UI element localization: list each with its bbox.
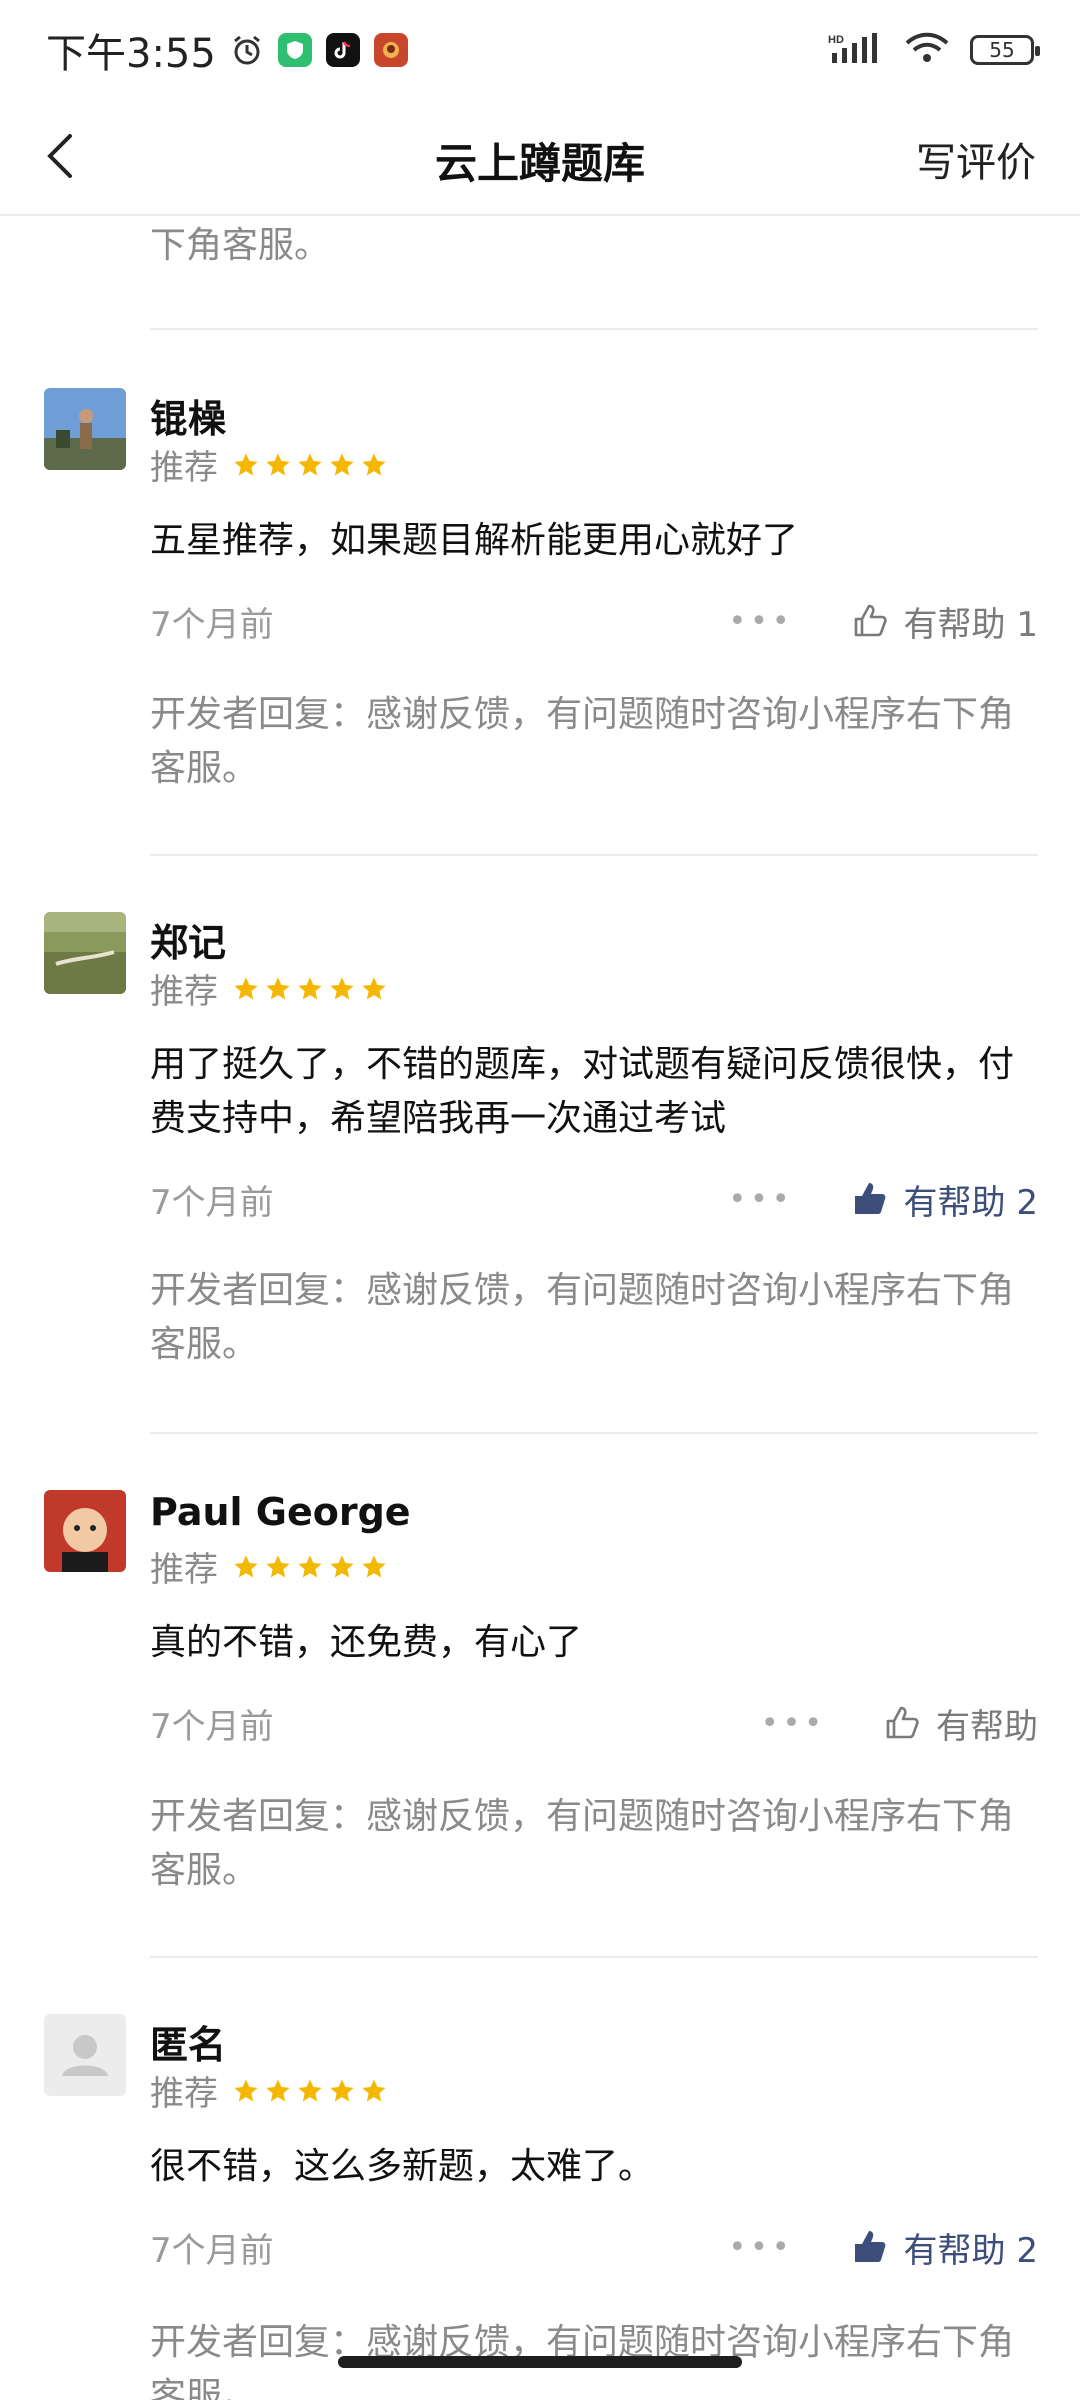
review-time: 7个月前 — [150, 604, 274, 645]
review-meta: 推荐 — [150, 440, 388, 489]
reviewer-name: 锟橾 — [150, 397, 227, 441]
previous-reply-tail: 下角客服。 — [150, 225, 331, 266]
battery-icon: 55 — [970, 35, 1040, 65]
star-icon — [266, 452, 290, 475]
review-footer: 7个月前 ••• 有帮助 — [150, 1696, 1038, 1750]
status-time: 下午3:55 — [46, 31, 216, 77]
star-rating — [232, 2077, 388, 2105]
review-text: 真的不错，还免费，有心了 — [150, 1622, 583, 1663]
developer-reply: 开发者回复：感谢反馈，有问题随时咨询小程序右下角客服。 — [150, 1270, 1015, 1365]
star-icon — [298, 976, 322, 999]
review-footer: 7个月前 ••• 有帮助 2 — [150, 2220, 1038, 2274]
review-actions: ••• 有帮助 2 — [728, 1175, 1038, 1224]
signal-icon: HD — [828, 31, 884, 69]
tiktok-app-icon — [325, 33, 360, 67]
status-left: 下午3:55 — [46, 21, 408, 79]
star-icon — [330, 452, 354, 475]
helpful-button[interactable]: 有帮助 — [882, 1699, 1038, 1748]
more-icon[interactable]: ••• — [728, 2230, 793, 2265]
status-bar: 下午3:55 HD 55 — [0, 0, 1080, 100]
review-actions: ••• 有帮助 2 — [728, 2223, 1038, 2272]
review-actions: ••• 有帮助 — [761, 1699, 1038, 1748]
review-actions: ••• 有帮助 1 — [728, 597, 1038, 646]
helpful-label: 有帮助 1 — [903, 604, 1038, 645]
star-icon — [298, 2078, 322, 2101]
developer-reply: 开发者回复：感谢反馈，有问题随时咨询小程序右下角客服。 — [150, 694, 1015, 789]
helpful-button[interactable]: 有帮助 2 — [850, 1175, 1038, 1224]
reviewer-name: 郑记 — [150, 921, 227, 965]
write-review-button[interactable]: 写评价 — [916, 130, 1036, 188]
star-icon — [266, 976, 290, 999]
recommend-label: 推荐 — [150, 448, 218, 488]
star-icon — [362, 2078, 386, 2101]
developer-reply: 开发者回复：感谢反馈，有问题随时咨询小程序右下角客服。 — [150, 1796, 1015, 1891]
helpful-button[interactable]: 有帮助 1 — [850, 597, 1038, 646]
star-icon — [234, 452, 258, 475]
star-icon — [266, 1554, 290, 1577]
alarm-icon — [230, 33, 264, 67]
review-footer: 7个月前 ••• 有帮助 2 — [150, 1172, 1038, 1226]
review-footer: 7个月前 ••• 有帮助 1 — [150, 594, 1038, 648]
avatar[interactable] — [44, 912, 126, 994]
review-text: 五星推荐，如果题目解析能更用心就好了 — [150, 520, 799, 561]
star-icon — [330, 976, 354, 999]
recommend-label: 推荐 — [150, 1550, 218, 1590]
review-time: 7个月前 — [150, 1706, 274, 1747]
star-icon — [298, 452, 322, 475]
review-text: 很不错，这么多新题，太难了。 — [150, 2146, 655, 2187]
star-icon — [234, 2078, 258, 2101]
review-time: 7个月前 — [150, 1182, 274, 1223]
avatar[interactable] — [44, 388, 126, 470]
helpful-label: 有帮助 — [936, 1706, 1038, 1747]
wifi-icon — [904, 31, 950, 69]
thumb-up-icon — [854, 604, 887, 637]
svg-text:HD: HD — [828, 34, 844, 46]
review-meta: 推荐 — [150, 2066, 388, 2115]
review-text: 用了挺久了，不错的题库，对试题有疑问反馈很快，付费支持中，希望陪我再一次通过考试 — [150, 1044, 1015, 1139]
more-icon[interactable]: ••• — [761, 1706, 826, 1741]
divider — [150, 1432, 1038, 1434]
helpful-button[interactable]: 有帮助 2 — [850, 2223, 1038, 2272]
review-meta: 推荐 — [150, 1542, 388, 1591]
star-icon — [330, 2078, 354, 2101]
thumb-up-icon — [886, 1706, 919, 1739]
helpful-label: 有帮助 2 — [903, 2230, 1038, 2271]
avatar[interactable] — [44, 1490, 126, 1572]
star-rating — [232, 451, 388, 479]
divider — [150, 854, 1038, 856]
thumb-up-icon — [854, 1183, 885, 1214]
star-rating — [232, 1553, 388, 1581]
review-page: 下午3:55 HD 55 云上蹲题库 写评价 下角客服。 锟橾 推荐 五星推荐，… — [0, 0, 1080, 2400]
game-app-icon — [373, 33, 408, 67]
star-rating — [232, 975, 388, 1003]
star-icon — [234, 976, 258, 999]
thumb-up-icon — [854, 2231, 885, 2262]
helpful-label: 有帮助 2 — [903, 1182, 1038, 1223]
reviewer-name: Paul George — [150, 1490, 411, 1534]
divider — [150, 1956, 1038, 1958]
star-icon — [330, 1554, 354, 1577]
more-icon[interactable]: ••• — [728, 1182, 793, 1217]
avatar[interactable] — [44, 2014, 126, 2096]
review-meta: 推荐 — [150, 964, 388, 1013]
more-icon[interactable]: ••• — [728, 604, 793, 639]
reviewer-name: 匿名 — [150, 2023, 227, 2067]
divider — [150, 328, 1038, 330]
review-time: 7个月前 — [150, 2230, 274, 2271]
star-icon — [362, 976, 386, 999]
recommend-label: 推荐 — [150, 972, 218, 1012]
star-icon — [298, 1554, 322, 1577]
nav-bar: 云上蹲题库 写评价 — [0, 100, 1080, 216]
status-right: HD 55 — [828, 31, 1040, 69]
star-icon — [266, 2078, 290, 2101]
star-icon — [362, 452, 386, 475]
home-indicator[interactable] — [338, 2356, 742, 2368]
shield-app-icon — [277, 33, 312, 67]
recommend-label: 推荐 — [150, 2074, 218, 2114]
star-icon — [362, 1554, 386, 1577]
star-icon — [234, 1554, 258, 1577]
